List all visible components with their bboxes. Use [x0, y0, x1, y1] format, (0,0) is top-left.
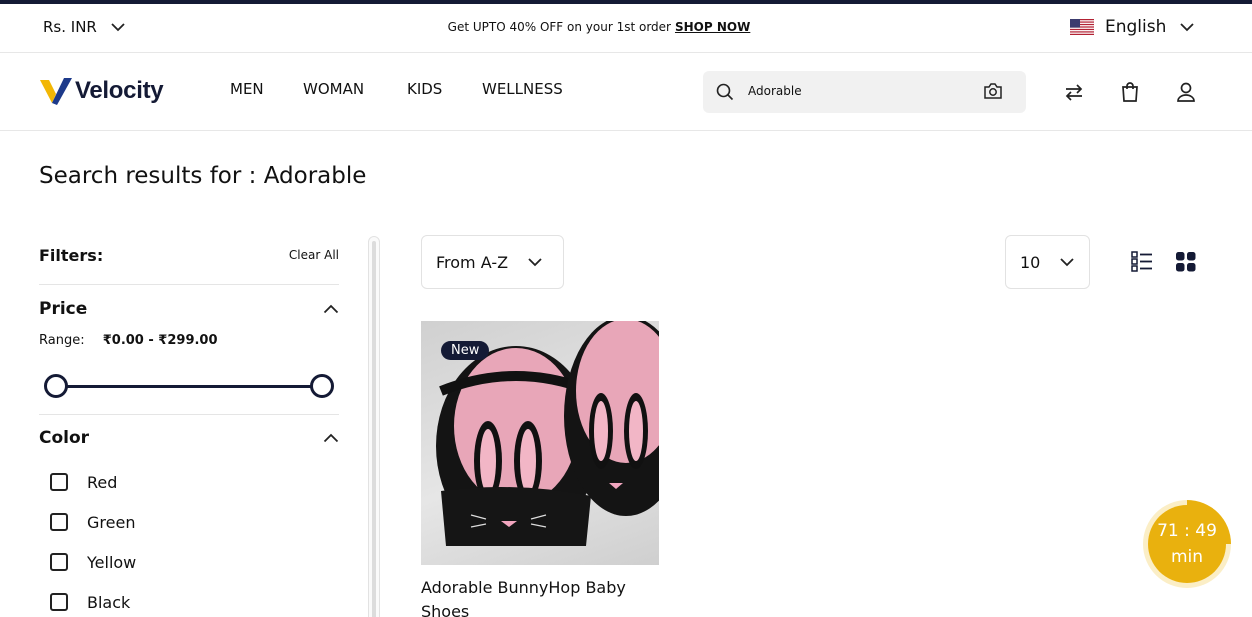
product-image[interactable]: New	[421, 321, 659, 565]
price-slider-track	[55, 385, 323, 388]
new-badge: New	[441, 341, 490, 360]
price-slider[interactable]	[39, 374, 339, 400]
scrollbar-thumb[interactable]	[372, 241, 376, 617]
color-options: Red Green Yellow Black	[39, 462, 339, 617]
price-slider-min-handle[interactable]	[44, 374, 68, 398]
product-name[interactable]: Adorable BunnyHop Baby Shoes	[421, 576, 659, 617]
timer-unit: min	[1170, 547, 1204, 567]
product-card[interactable]: New Adorable BunnyHop Baby Shoes	[421, 321, 659, 617]
color-option-label: Red	[87, 472, 118, 492]
timer-face: 71 : 49 min	[1148, 505, 1226, 583]
color-section-toggle[interactable]: Color	[39, 428, 339, 448]
nav-wellness[interactable]: WELLNESS	[482, 80, 563, 98]
chevron-down-icon	[528, 257, 542, 266]
checkbox[interactable]	[50, 473, 68, 491]
page-title: Search results for : Adorable	[39, 163, 367, 189]
price-range: Range: ₹0.00 - ₹299.00	[39, 333, 339, 348]
color-option-label: Black	[87, 592, 131, 612]
grid-view-icon[interactable]	[1176, 251, 1196, 272]
camera-icon[interactable]	[983, 82, 1003, 100]
search-input[interactable]: Adorable	[748, 84, 802, 98]
sort-dropdown[interactable]: From A-Z	[421, 235, 564, 289]
checkbox[interactable]	[50, 513, 68, 531]
divider	[39, 414, 339, 415]
list-view-icon[interactable]	[1131, 251, 1153, 272]
clear-all-button[interactable]: Clear All	[289, 248, 339, 262]
language-label: English	[1105, 17, 1167, 37]
search-icon	[716, 83, 734, 101]
language-selector[interactable]: English	[1070, 17, 1195, 37]
per-page-value: 10	[1020, 252, 1041, 272]
nav-woman[interactable]: WOMAN	[303, 80, 407, 98]
logo[interactable]: Velocity	[40, 77, 164, 105]
color-option-label: Green	[87, 512, 136, 532]
chevron-up-icon	[323, 304, 339, 314]
shop-now-link[interactable]: SHOP NOW	[675, 20, 750, 34]
main-header: Velocity MEN WOMAN KIDS WELLNESS Adorabl…	[0, 53, 1252, 131]
sidebar-scrollbar[interactable]	[368, 236, 380, 617]
filters-header: Filters: Clear All	[39, 245, 339, 265]
countdown-timer: 71 : 49 min	[1140, 495, 1236, 591]
user-account-icon[interactable]	[1176, 81, 1196, 103]
velocity-logo-icon	[40, 78, 72, 105]
chevron-up-icon	[323, 433, 339, 443]
filters-sidebar: Filters: Clear All Price Range: ₹0.00 - …	[39, 245, 339, 617]
nav-kids[interactable]: KIDS	[407, 80, 482, 98]
per-page-dropdown[interactable]: 10	[1005, 235, 1090, 289]
nav-men[interactable]: MEN	[230, 80, 303, 98]
promo-text: Get UPTO 40% OFF on your 1st order	[447, 20, 671, 34]
compare-icon[interactable]	[1063, 81, 1085, 103]
price-section-toggle[interactable]: Price	[39, 299, 339, 319]
color-option-yellow[interactable]: Yellow	[39, 542, 339, 582]
chevron-down-icon	[1060, 257, 1074, 266]
range-label: Range:	[39, 333, 85, 348]
us-flag-icon	[1070, 19, 1094, 35]
timer-time: 71 : 49	[1157, 521, 1217, 541]
promo-banner: Get UPTO 40% OFF on your 1st order SHOP N…	[0, 20, 1198, 34]
price-title: Price	[39, 299, 88, 319]
color-option-green[interactable]: Green	[39, 502, 339, 542]
range-value: ₹0.00 - ₹299.00	[102, 333, 218, 348]
filters-heading: Filters:	[39, 245, 104, 265]
divider	[39, 284, 339, 285]
chevron-down-icon	[1180, 22, 1195, 31]
checkbox[interactable]	[50, 593, 68, 611]
logo-text: Velocity	[75, 77, 164, 104]
announcement-bar: Rs. INR Get UPTO 40% OFF on your 1st ord…	[0, 4, 1252, 53]
color-option-black[interactable]: Black	[39, 582, 339, 617]
color-option-red[interactable]: Red	[39, 462, 339, 502]
color-title: Color	[39, 428, 90, 448]
checkbox[interactable]	[50, 553, 68, 571]
sort-value: From A-Z	[436, 252, 509, 272]
price-slider-max-handle[interactable]	[310, 374, 334, 398]
main-nav: MEN WOMAN KIDS WELLNESS	[230, 80, 563, 98]
color-option-label: Yellow	[87, 552, 137, 572]
search-bar[interactable]: Adorable	[703, 71, 1026, 113]
cart-bag-icon[interactable]	[1120, 81, 1140, 103]
